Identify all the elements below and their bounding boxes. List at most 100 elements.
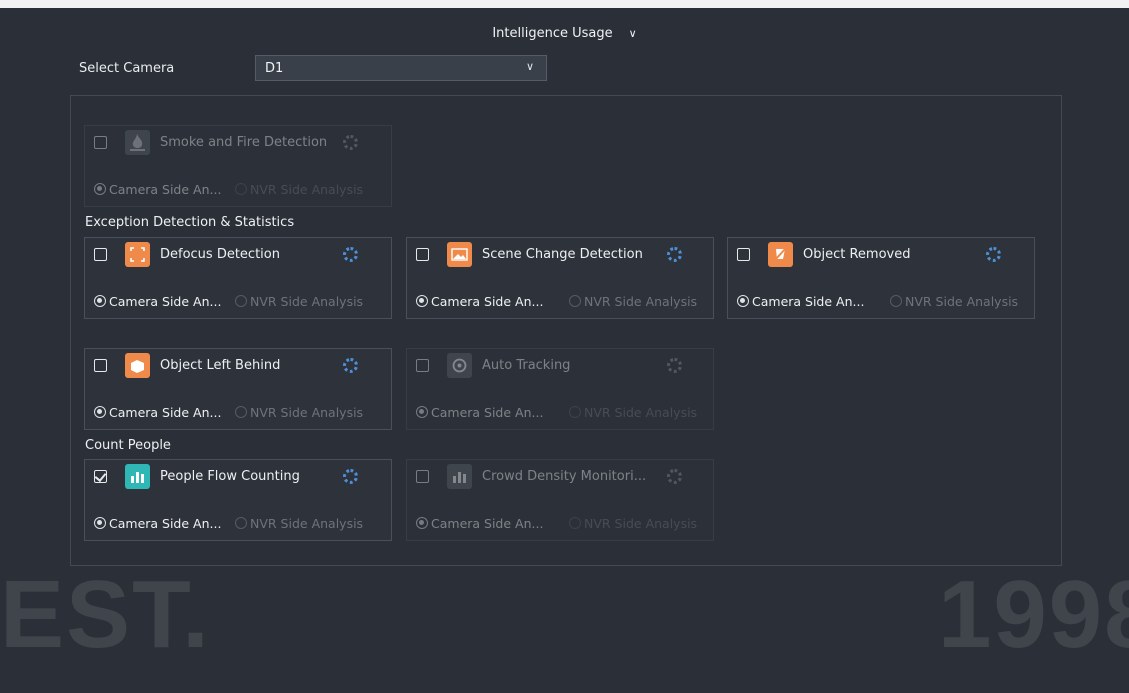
target-icon [447,353,472,378]
nvr-side-radio[interactable]: NVR Side Analysis [235,405,363,420]
radio-selected-icon [737,295,749,307]
nvr-side-radio[interactable]: NVR Side Analysis [235,516,363,531]
camera-side-radio[interactable]: Camera Side An... [737,294,864,309]
camera-side-label: Camera Side An... [431,294,544,309]
people-flow-checkbox[interactable] [94,470,107,483]
nvr-side-label: NVR Side Analysis [250,294,364,309]
defocus-checkbox[interactable] [94,248,107,261]
gear-icon[interactable] [343,469,358,484]
camera-side-label: Camera Side An... [109,182,222,197]
page-title: Intelligence Usage [492,26,613,41]
scene-change-checkbox[interactable] [416,248,429,261]
nvr-side-label: NVR Side Analysis [584,516,698,531]
radio-unselected-icon [235,406,247,418]
fire-icon [125,130,150,155]
card-auto-tracking: Auto Tracking Camera Side An... NVR Side… [406,348,714,430]
camera-select-value: D1 [265,61,284,76]
radio-selected-icon [416,406,428,418]
auto-tracking-checkbox[interactable] [416,359,429,372]
card-people-flow: People Flow Counting Camera Side An... N… [84,459,392,541]
radio-selected-icon [94,517,106,529]
camera-side-label: Camera Side An... [431,516,544,531]
watermark-year: 1998 [938,561,1129,668]
crowd-density-checkbox[interactable] [416,470,429,483]
chevron-down-icon: ∨ [525,60,534,73]
gear-icon[interactable] [343,135,358,150]
radio-selected-icon [94,183,106,195]
crowd-chart-icon [447,464,472,489]
camera-side-radio[interactable]: Camera Side An... [416,405,543,420]
gear-icon[interactable] [986,247,1001,262]
card-crowd-density: Crowd Density Monitori... Camera Side An… [406,459,714,541]
object-removed-checkbox[interactable] [737,248,750,261]
top-bar [0,0,1129,8]
section-exception-detection: Exception Detection & Statistics [85,215,295,230]
gear-icon[interactable] [667,358,682,373]
radio-selected-icon [94,406,106,418]
radio-unselected-icon [235,295,247,307]
nvr-side-radio[interactable]: NVR Side Analysis [569,405,697,420]
radio-unselected-icon [569,406,581,418]
nvr-side-label: NVR Side Analysis [584,294,698,309]
card-defocus: Defocus Detection Camera Side An... NVR … [84,237,392,319]
smoke-fire-checkbox[interactable] [94,136,107,149]
camera-side-radio[interactable]: Camera Side An... [416,516,543,531]
select-camera-label: Select Camera [79,61,175,76]
gear-icon[interactable] [667,469,682,484]
radio-unselected-icon [235,517,247,529]
card-object-left-behind: Object Left Behind Camera Side An... NVR… [84,348,392,430]
object-removed-title: Object Removed [803,247,911,262]
camera-side-label: Camera Side An... [752,294,865,309]
radio-selected-icon [416,517,428,529]
nvr-side-radio[interactable]: NVR Side Analysis [569,516,697,531]
gear-icon[interactable] [343,358,358,373]
scene-change-title: Scene Change Detection [482,247,643,262]
object-removed-icon [768,242,793,267]
people-flow-title: People Flow Counting [160,469,300,484]
nvr-side-radio[interactable]: NVR Side Analysis [235,294,363,309]
card-smoke-fire: Smoke and Fire Detection Camera Side An.… [84,125,392,207]
object-left-behind-title: Object Left Behind [160,358,281,373]
camera-side-label: Camera Side An... [109,516,222,531]
nvr-side-label: NVR Side Analysis [905,294,1019,309]
page-header[interactable]: Intelligence Usage ∨ [0,26,1129,41]
radio-unselected-icon [235,183,247,195]
radio-unselected-icon [569,295,581,307]
camera-side-radio[interactable]: Camera Side An... [416,294,543,309]
camera-side-radio[interactable]: Camera Side An... [94,516,221,531]
camera-side-radio[interactable]: Camera Side An... [94,405,221,420]
nvr-side-label: NVR Side Analysis [250,516,364,531]
camera-side-label: Camera Side An... [109,405,222,420]
watermark-est: EST. [0,561,211,668]
auto-tracking-title: Auto Tracking [482,358,571,373]
camera-side-label: Camera Side An... [109,294,222,309]
defocus-icon [125,242,150,267]
camera-select[interactable]: D1 ∨ [255,55,547,81]
radio-unselected-icon [890,295,902,307]
object-left-behind-icon [125,353,150,378]
defocus-title: Defocus Detection [160,247,280,262]
gear-icon[interactable] [343,247,358,262]
nvr-side-radio[interactable]: NVR Side Analysis [569,294,697,309]
nvr-side-radio[interactable]: NVR Side Analysis [890,294,1018,309]
nvr-side-label: NVR Side Analysis [250,182,364,197]
crowd-density-title: Crowd Density Monitori... [482,469,647,484]
nvr-side-label: NVR Side Analysis [250,405,364,420]
radio-selected-icon [94,295,106,307]
radio-unselected-icon [569,517,581,529]
object-left-behind-checkbox[interactable] [94,359,107,372]
gear-icon[interactable] [667,247,682,262]
camera-side-label: Camera Side An... [431,405,544,420]
card-scene-change: Scene Change Detection Camera Side An...… [406,237,714,319]
radio-selected-icon [416,295,428,307]
double-chevron-down-icon[interactable]: ∨ [629,27,637,40]
bar-chart-icon [125,464,150,489]
camera-side-radio[interactable]: Camera Side An... [94,294,221,309]
section-count-people: Count People [85,438,171,453]
nvr-side-radio[interactable]: NVR Side Analysis [235,182,363,197]
nvr-side-label: NVR Side Analysis [584,405,698,420]
card-object-removed: Object Removed Camera Side An... NVR Sid… [727,237,1035,319]
smoke-fire-title: Smoke and Fire Detection [160,135,328,150]
scene-change-icon [447,242,472,267]
camera-side-radio[interactable]: Camera Side An... [94,182,221,197]
